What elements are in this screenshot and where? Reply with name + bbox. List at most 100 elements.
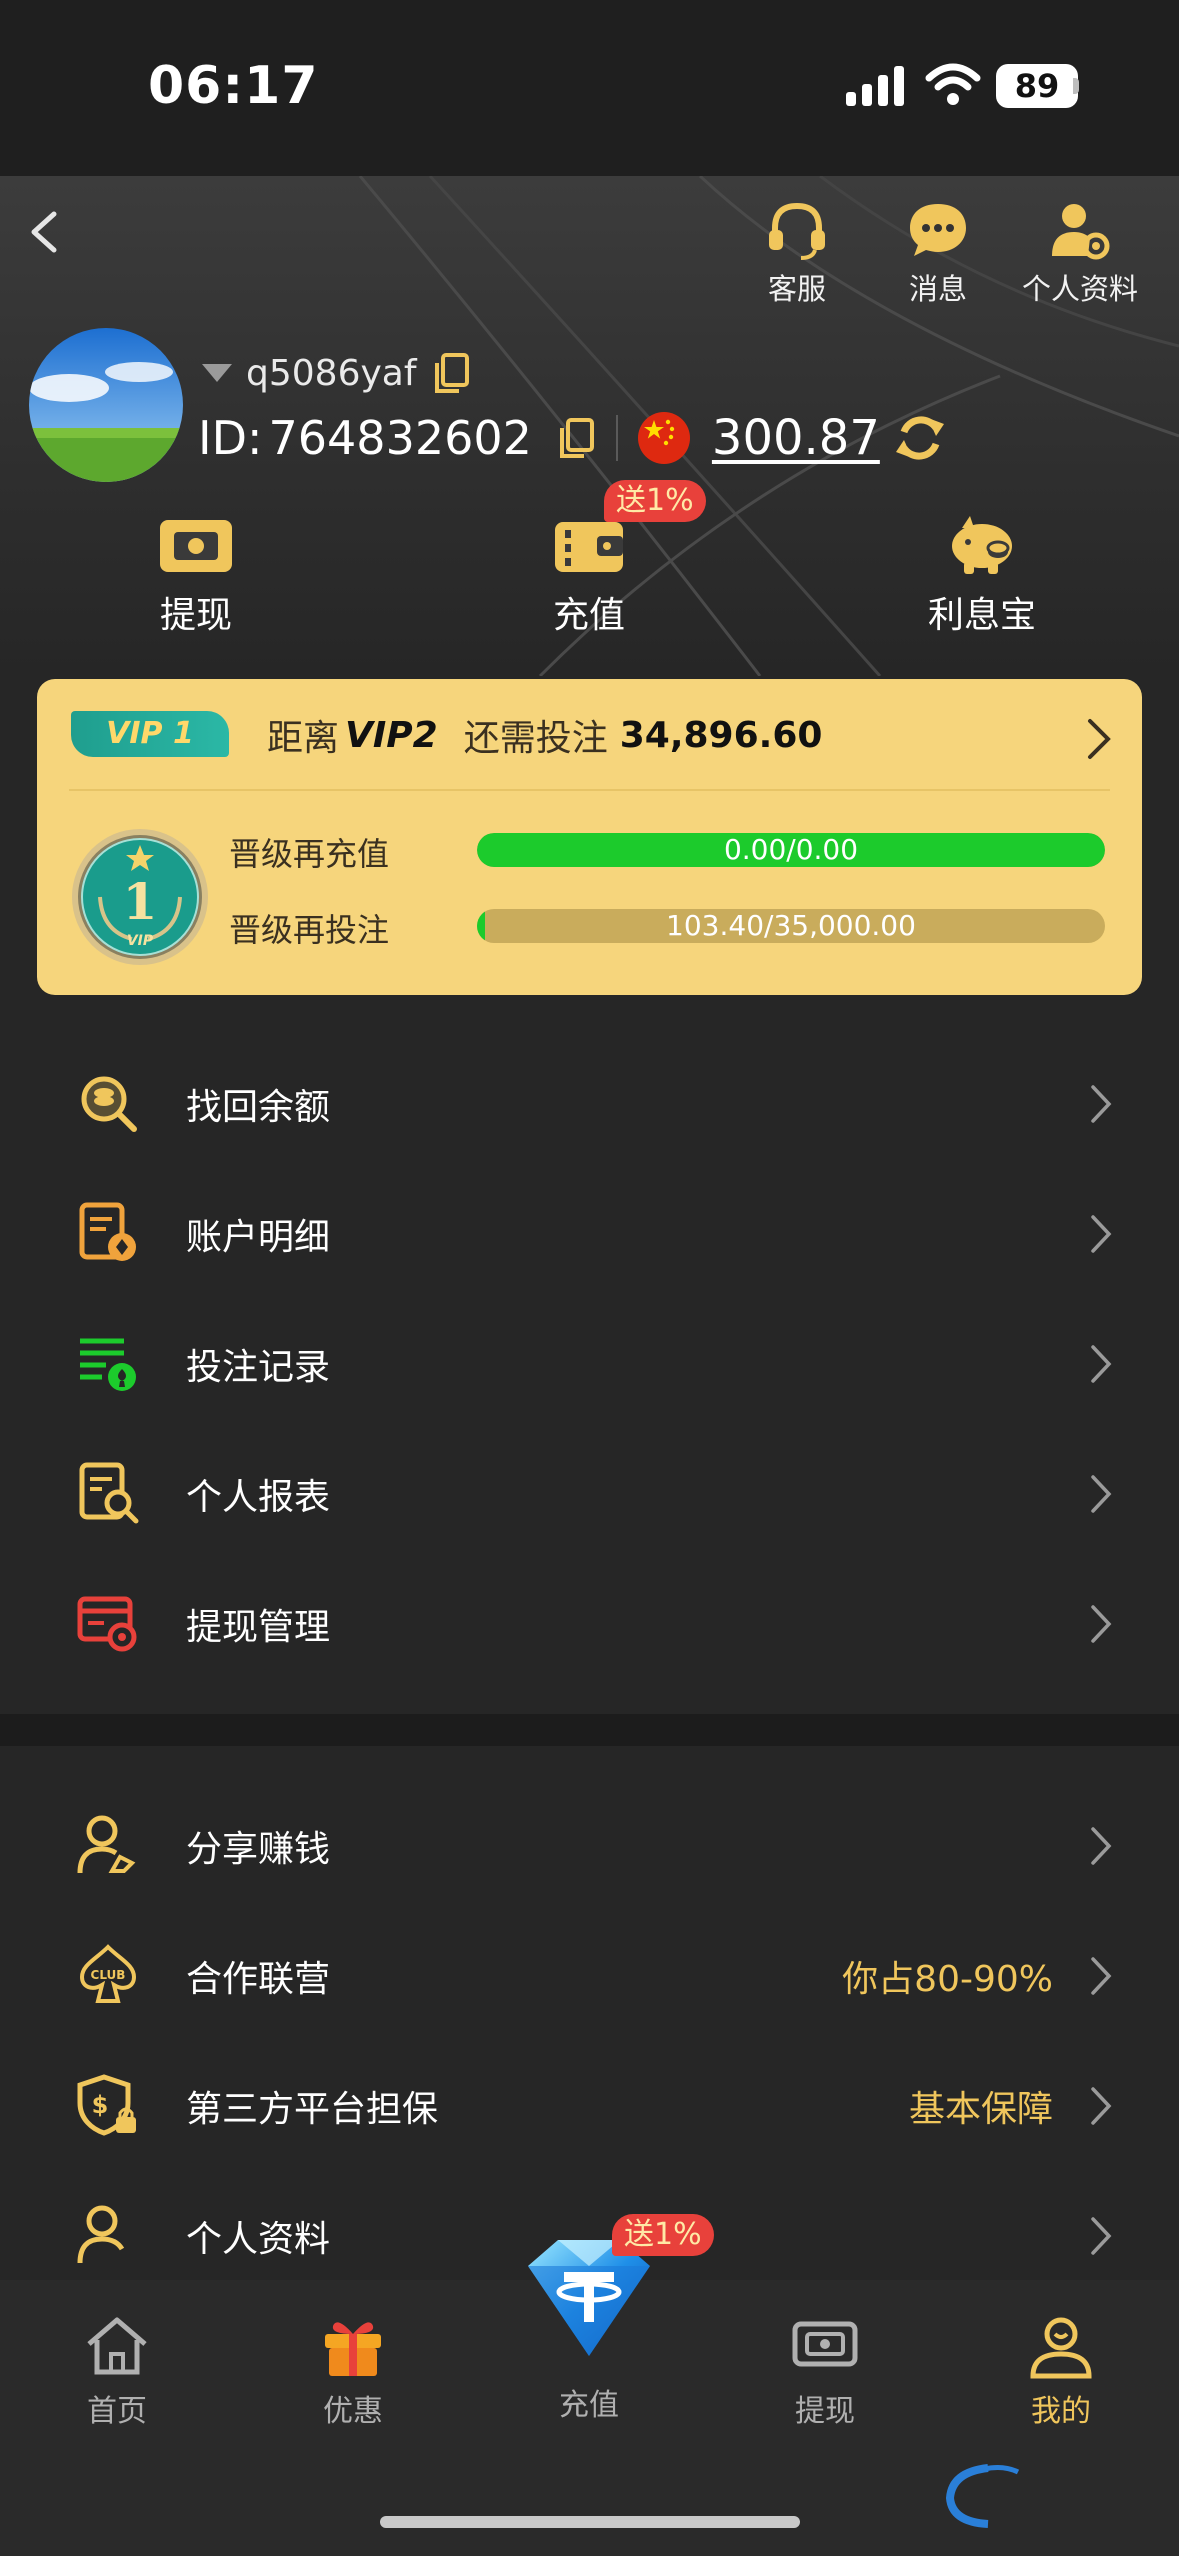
battery-indicator: 89 bbox=[996, 64, 1078, 108]
username-row: q5086yaf bbox=[200, 348, 471, 398]
menu-item-bet-records[interactable]: 投注记录 bbox=[0, 1298, 1179, 1428]
bet-progress-label: 晋级再投注 bbox=[229, 911, 390, 949]
menu-item-guarantee[interactable]: $ 第三方平台担保 基本保障 bbox=[0, 2040, 1179, 2170]
message-icon bbox=[910, 204, 966, 256]
vip-next-level: VIP2 bbox=[345, 714, 438, 756]
club-icon: CLUB bbox=[79, 1944, 137, 2003]
medal-level: 1 bbox=[123, 872, 158, 931]
profile-settings-icon bbox=[1052, 204, 1110, 260]
section-divider bbox=[0, 1714, 1179, 1746]
balance-amount[interactable]: 300.87 bbox=[712, 410, 880, 466]
chevron-right-icon bbox=[1091, 1827, 1112, 1865]
chevron-right-icon bbox=[1091, 1605, 1112, 1643]
nav-promotions[interactable]: 优惠 bbox=[273, 2310, 433, 2430]
personal-report-icon bbox=[79, 1462, 139, 1524]
user-icon bbox=[1030, 2317, 1092, 2379]
vip-level-badge: VIP 1 bbox=[71, 711, 229, 757]
chevron-right-icon bbox=[1091, 2087, 1112, 2125]
recharge-progress-bar: 0.00/0.00 bbox=[477, 833, 1105, 867]
nav-home[interactable]: 首页 bbox=[37, 2310, 197, 2430]
menu-item-club[interactable]: CLUB 合作联营 你占80-90% bbox=[0, 1910, 1179, 2040]
menu-label: 个人报表 bbox=[186, 1477, 331, 1518]
back-icon[interactable] bbox=[20, 204, 68, 260]
chevron-right-icon bbox=[1091, 1475, 1112, 1513]
messages-button[interactable]: 消息 bbox=[868, 200, 1008, 308]
profile-header: 客服 消息 个人资料 q5086yaf ID: 764832602 300.87… bbox=[0, 176, 1179, 676]
menu-label: 第三方平台担保 bbox=[186, 2089, 439, 2130]
piggy-bank-icon bbox=[952, 516, 1012, 574]
copy-username-icon[interactable] bbox=[431, 351, 471, 395]
menu-item-share-earn[interactable]: 分享赚钱 bbox=[0, 1780, 1179, 1910]
deposit-promo-badge: 送1% bbox=[604, 480, 706, 522]
vip-gem-icon bbox=[202, 364, 232, 382]
withdraw-icon bbox=[160, 520, 232, 572]
guarantee-shield-icon: $ bbox=[77, 2074, 136, 2136]
chevron-right-icon bbox=[1091, 2217, 1112, 2255]
gift-icon bbox=[325, 2322, 381, 2376]
menu-value: 你占80-90% bbox=[842, 1959, 1053, 2000]
menu-item-account-details[interactable]: 账户明细 bbox=[0, 1168, 1179, 1298]
interest-treasure-button[interactable]: 利息宝 bbox=[872, 512, 1092, 638]
user-id: 764832602 bbox=[268, 411, 532, 465]
nav-label: 优惠 bbox=[323, 2394, 383, 2429]
nav-label: 充值 bbox=[559, 2388, 619, 2423]
menu-item-withdraw-management[interactable]: 提现管理 bbox=[0, 1558, 1179, 1688]
share-earn-icon bbox=[77, 1815, 136, 1874]
deposit-quick-button[interactable]: 充值 bbox=[479, 512, 699, 638]
chevron-right-icon[interactable] bbox=[1084, 715, 1114, 763]
messages-label: 消息 bbox=[908, 272, 967, 306]
medal-text: VIP bbox=[127, 933, 154, 949]
bet-progress-text: 103.40/35,000.00 bbox=[666, 909, 916, 942]
svg-text:CLUB: CLUB bbox=[91, 1968, 126, 1982]
nav-mine[interactable]: 我的 bbox=[981, 2310, 1141, 2430]
home-icon bbox=[87, 2317, 147, 2375]
recover-balance-icon bbox=[81, 1076, 137, 1132]
nav-label: 提现 bbox=[795, 2394, 855, 2429]
recharge-progress-label: 晋级再充值 bbox=[229, 835, 390, 873]
avatar-image bbox=[29, 328, 183, 482]
deposit-label: 充值 bbox=[552, 595, 625, 636]
account-details-icon bbox=[79, 1202, 136, 1261]
nav-label: 我的 bbox=[1031, 2394, 1091, 2429]
vip-medal-icon: 1 VIP bbox=[72, 829, 208, 965]
nav-withdraw[interactable]: 提现 bbox=[745, 2310, 905, 2430]
copy-id-icon[interactable] bbox=[556, 416, 596, 460]
battery-nub bbox=[1073, 78, 1079, 94]
withdraw-quick-button[interactable]: 提现 bbox=[86, 512, 306, 638]
signal-icon bbox=[846, 66, 904, 106]
withdraw-management-icon bbox=[77, 1596, 137, 1652]
vip-distance-label: 距离 bbox=[267, 718, 340, 759]
customer-service-button[interactable]: 客服 bbox=[727, 200, 867, 308]
refresh-icon[interactable] bbox=[892, 410, 948, 466]
menu-label: 提现管理 bbox=[186, 1607, 331, 1648]
svg-text:$: $ bbox=[92, 2091, 109, 2119]
profile-settings-button[interactable]: 个人资料 bbox=[1010, 200, 1150, 308]
divider bbox=[69, 789, 1110, 791]
menu-item-personal-report[interactable]: 个人报表 bbox=[0, 1428, 1179, 1558]
headset-icon bbox=[769, 202, 825, 260]
avatar[interactable] bbox=[29, 328, 183, 482]
menu-label: 账户明细 bbox=[186, 1217, 331, 1258]
chevron-right-icon bbox=[1091, 1215, 1112, 1253]
withdraw-icon bbox=[792, 2321, 858, 2367]
interest-treasure-label: 利息宝 bbox=[927, 595, 1036, 636]
vip-progress-title: 距离 VIP2 还需投注 34,896.60 bbox=[229, 707, 822, 763]
menu-label: 个人资料 bbox=[186, 2219, 331, 2260]
menu-item-recover-balance[interactable]: 找回余额 bbox=[0, 1038, 1179, 1168]
vip-need-label: 还需投注 bbox=[463, 718, 608, 759]
chevron-right-icon bbox=[1091, 1957, 1112, 1995]
chevron-right-icon bbox=[1091, 1345, 1112, 1383]
withdraw-label: 提现 bbox=[159, 595, 232, 636]
menu-label: 找回余额 bbox=[186, 1087, 331, 1128]
menu-label: 合作联营 bbox=[186, 1959, 331, 2000]
id-prefix: ID: bbox=[198, 411, 263, 465]
chevron-right-icon bbox=[1091, 1085, 1112, 1123]
vip-card[interactable]: VIP 1 距离 VIP2 还需投注 34,896.60 1 VIP 晋级再充值… bbox=[37, 679, 1142, 995]
nav-label: 首页 bbox=[87, 2394, 147, 2429]
nav-deposit[interactable]: 充值 bbox=[509, 2380, 669, 2424]
bet-progress-bar: 103.40/35,000.00 bbox=[477, 909, 1105, 943]
china-flag-icon bbox=[637, 412, 690, 464]
menu-value: 基本保障 bbox=[908, 2089, 1053, 2130]
watermark-logo bbox=[945, 2464, 1020, 2528]
recharge-progress-text: 0.00/0.00 bbox=[723, 833, 859, 866]
